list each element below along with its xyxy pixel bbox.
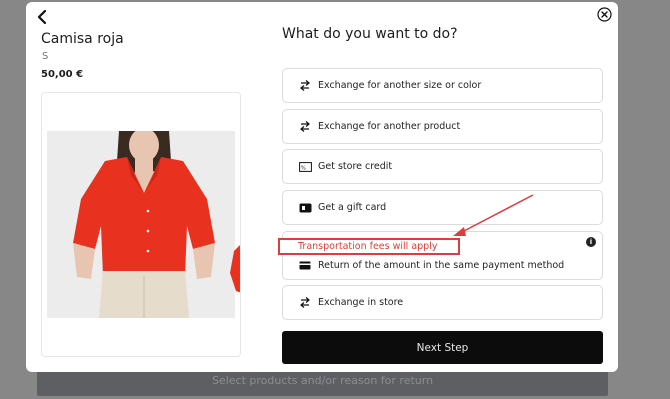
option-store-credit[interactable]: % Get store credit <box>282 149 603 184</box>
option-label: Exchange in store <box>318 297 404 308</box>
back-arrow-icon[interactable] <box>35 9 51 25</box>
option-exchange-size-color[interactable]: Exchange for another size or color <box>282 68 603 103</box>
question-heading: What do you want to do? <box>282 26 458 42</box>
transportation-fee-note: Transportation fees will apply <box>278 238 460 255</box>
option-gift-card[interactable]: Get a gift card <box>282 190 603 225</box>
option-exchange-product[interactable]: Exchange for another product <box>282 109 603 144</box>
product-photo <box>47 128 235 318</box>
return-options-modal: Camisa roja S 50,00 € What do you want t… <box>26 2 618 372</box>
option-exchange-in-store[interactable]: Exchange in store <box>282 285 603 320</box>
model-wearing-shirt-image <box>47 128 235 318</box>
info-icon[interactable]: i <box>586 237 596 247</box>
option-label: Return of the amount in the same payment… <box>318 260 565 271</box>
product-image-card <box>41 92 241 357</box>
option-label: Exchange for another product <box>318 121 461 132</box>
store-credit-icon: % <box>298 161 312 173</box>
option-label: Get store credit <box>318 161 393 172</box>
option-label: Get a gift card <box>318 202 387 213</box>
exchange-arrows-icon <box>298 80 312 92</box>
credit-card-icon <box>298 259 312 271</box>
svg-text:%: % <box>301 165 306 171</box>
exchange-arrows-icon <box>298 121 312 133</box>
close-icon[interactable] <box>597 7 612 22</box>
product-name: Camisa roja <box>41 31 124 47</box>
product-size: S <box>42 51 49 62</box>
option-label: Exchange for another size or color <box>318 80 482 91</box>
gift-card-icon <box>298 202 312 214</box>
product-price: 50,00 € <box>41 69 84 80</box>
next-image-peek <box>230 245 240 293</box>
exchange-arrows-icon <box>298 297 312 309</box>
next-step-button[interactable]: Next Step <box>282 331 603 364</box>
